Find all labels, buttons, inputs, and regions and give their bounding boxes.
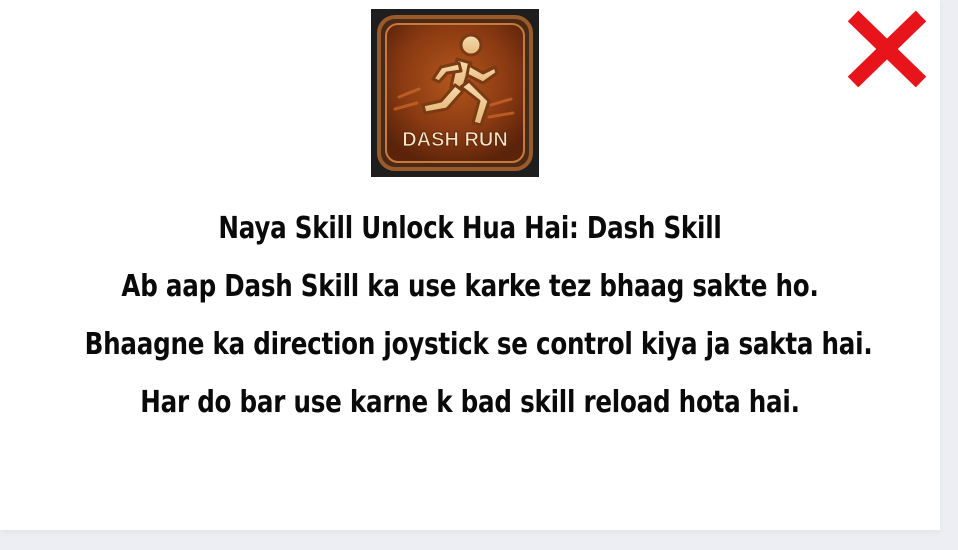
- message-line-2: Bhaagne ka direction joystick se control…: [84, 327, 873, 362]
- message-title: Naya Skill Unlock Hua Hai: Dash Skill: [218, 211, 722, 246]
- dash-run-skill-icon: DASH RUN: [371, 9, 539, 177]
- skill-icon-label: DASH RUN: [402, 129, 508, 151]
- message-line-1: Ab aap Dash Skill ka use karke tez bhaag…: [121, 269, 819, 304]
- close-x-icon[interactable]: [843, 8, 931, 90]
- running-figure-icon: DASH RUN: [377, 15, 533, 171]
- skill-message: Naya Skill Unlock Hua Hai: Dash Skill Ab…: [84, 200, 873, 432]
- close-button[interactable]: [843, 8, 931, 90]
- message-line-3: Har do bar use karne k bad skill reload …: [140, 385, 800, 420]
- skill-unlock-popup: DASH RUN Naya Skill Unlock Hua Hai: Dash…: [0, 0, 940, 530]
